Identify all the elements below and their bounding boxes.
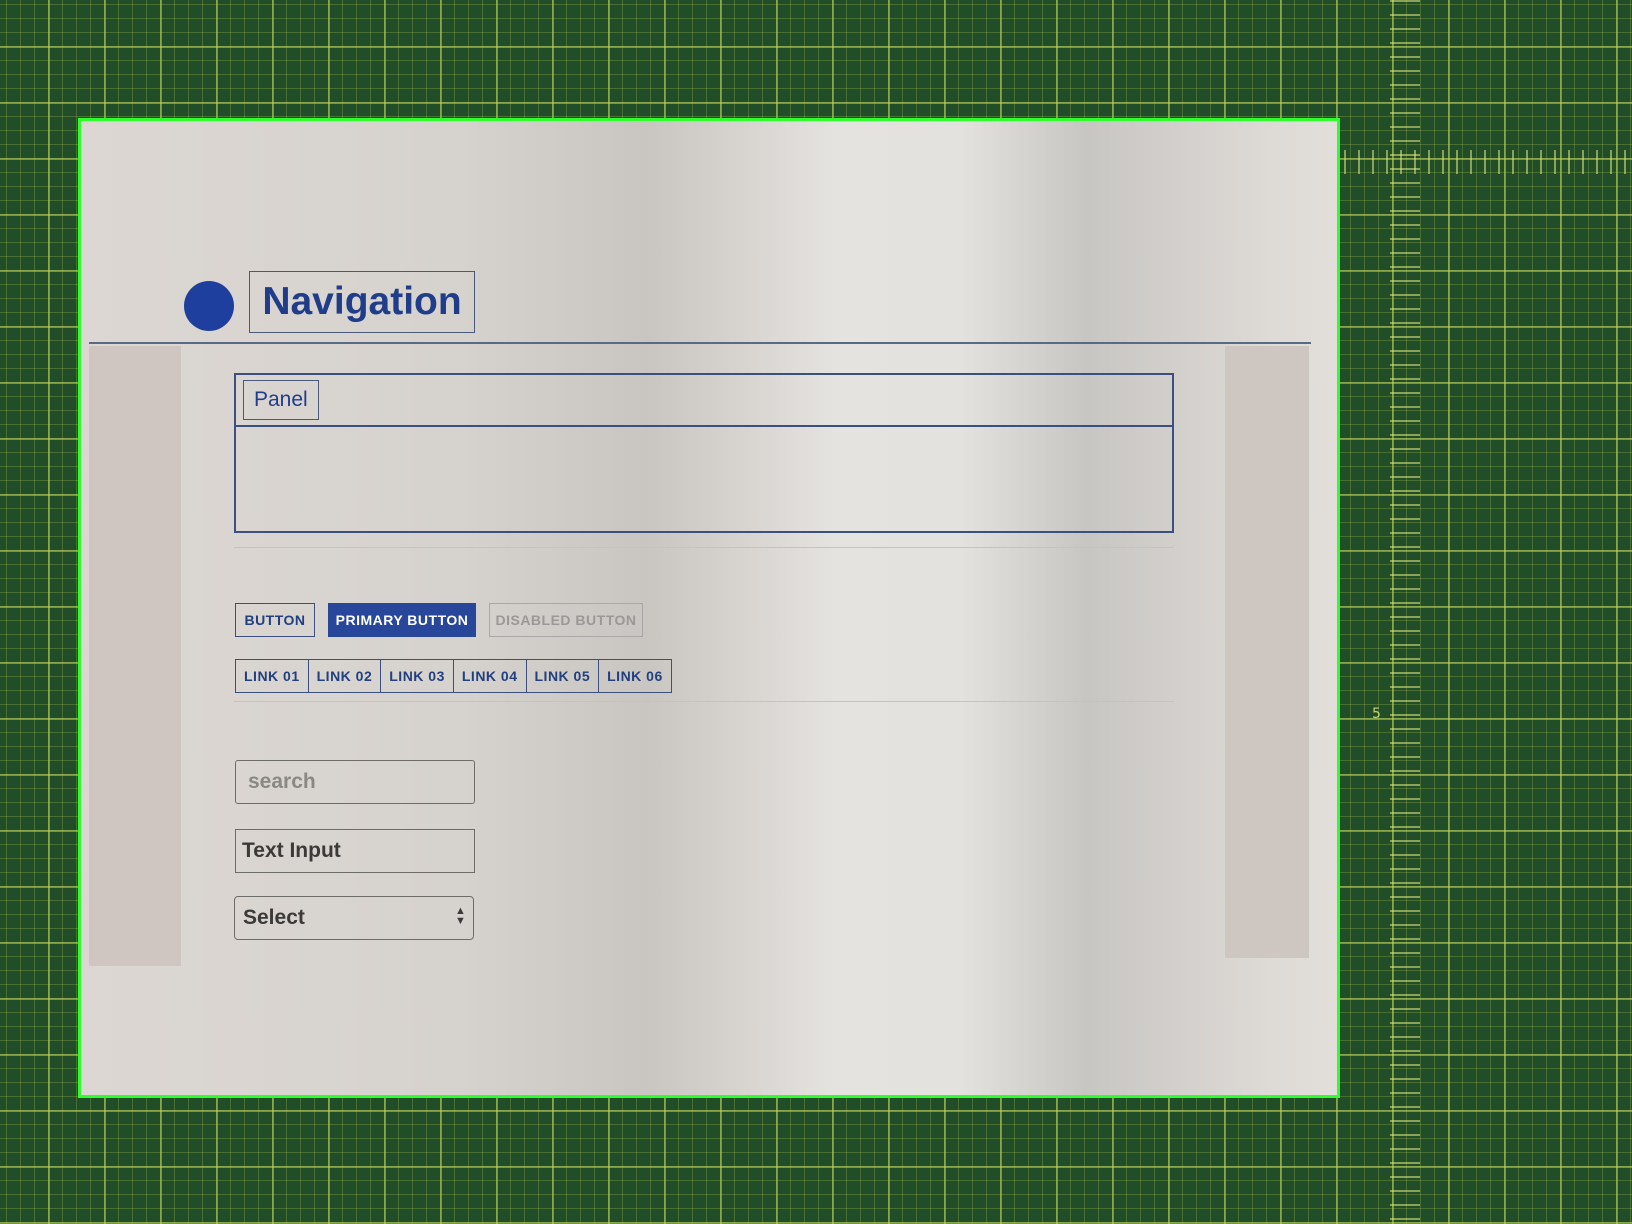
- mat-ruler-number: 5: [1372, 706, 1381, 722]
- select-dropdown[interactable]: Select ▲ ▼: [234, 896, 474, 940]
- section-divider: [234, 547, 1174, 548]
- page-title: Navigation: [249, 271, 475, 333]
- disabled-button: DISABLED BUTTON: [489, 603, 643, 637]
- panel-header: Panel: [236, 375, 1172, 427]
- mat-ruler-horizontal: [1330, 150, 1632, 174]
- select-value: Select: [243, 906, 305, 929]
- search-input[interactable]: [235, 760, 475, 804]
- circle-logo-icon[interactable]: [184, 281, 234, 331]
- link-06[interactable]: LINK 06: [599, 660, 671, 692]
- select-arrows-icon: ▲ ▼: [455, 905, 466, 927]
- link-group: LINK 01 LINK 02 LINK 03 LINK 04 LINK 05 …: [235, 659, 672, 693]
- left-sidebar: [89, 346, 181, 966]
- section-divider: [234, 701, 1174, 702]
- default-button[interactable]: BUTTON: [235, 603, 315, 637]
- link-01[interactable]: LINK 01: [236, 660, 309, 692]
- mat-ruler-vertical: [1390, 0, 1420, 1224]
- panel: Panel: [234, 373, 1174, 533]
- text-input[interactable]: [235, 829, 475, 873]
- link-02[interactable]: LINK 02: [309, 660, 382, 692]
- link-05[interactable]: LINK 05: [527, 660, 600, 692]
- primary-button[interactable]: PRIMARY BUTTON: [328, 603, 476, 637]
- printed-ui-sheet: Navigation Panel BUTTON PRIMARY BUTTON D…: [78, 118, 1340, 1098]
- right-sidebar: [1225, 346, 1309, 958]
- link-04[interactable]: LINK 04: [454, 660, 527, 692]
- link-03[interactable]: LINK 03: [381, 660, 454, 692]
- header-divider: [89, 342, 1311, 344]
- panel-title: Panel: [243, 380, 319, 420]
